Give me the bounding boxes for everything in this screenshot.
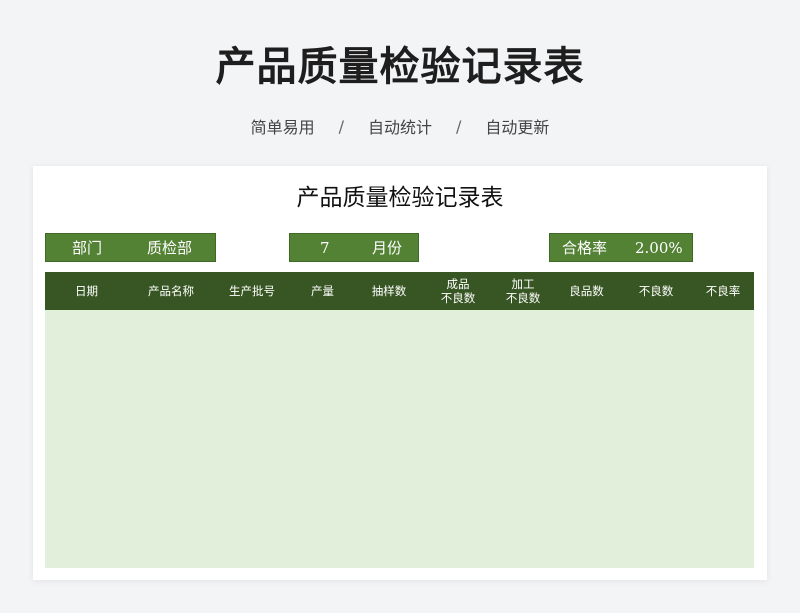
month-label: 月份: [372, 239, 403, 257]
department-value: 质检部: [147, 239, 193, 257]
column-header-text: 不良数: [505, 291, 541, 305]
column-header-text: 抽样数: [371, 284, 407, 298]
pass-rate-cell[interactable]: 合格率 2.00%: [549, 233, 693, 262]
month-value: 7: [320, 238, 330, 257]
column-header-text: 良品数: [569, 284, 604, 298]
column-header-text: 加工: [511, 277, 535, 291]
pass-rate-label: 合格率: [562, 239, 608, 257]
table-header-row: 日期 产品名称 生产批号 产量 抽样数 成品 不良数 加工 不良数 良品数 不良…: [45, 272, 754, 310]
column-header-text: 生产批号: [229, 284, 275, 298]
tagline-auto-update: 自动更新: [485, 118, 550, 137]
column-header-sample-count[interactable]: 抽样数: [355, 272, 423, 310]
column-header-text: 不良数: [440, 291, 476, 305]
tagline-separator: /: [456, 116, 462, 136]
spreadsheet-panel: 产品质量检验记录表 部门 质检部 7 月份 合格率 2.00% 日期 产品名称 …: [33, 166, 767, 580]
column-header-text: 产量: [311, 284, 334, 298]
column-header-output[interactable]: 产量: [290, 272, 355, 310]
tagline-separator: /: [338, 116, 344, 136]
tagline-row: 简单易用 / 自动统计 / 自动更新: [0, 114, 800, 138]
column-header-text: 成品: [446, 277, 470, 291]
column-header-date[interactable]: 日期: [45, 272, 128, 310]
column-header-defect-count[interactable]: 不良数: [620, 272, 692, 310]
page-title: 产品质量检验记录表: [215, 44, 585, 90]
column-header-text: 不良率: [705, 284, 741, 298]
column-header-text: 不良数: [638, 284, 674, 298]
sheet-title: 产品质量检验记录表: [296, 185, 504, 211]
column-header-finished-defects[interactable]: 成品 不良数: [423, 272, 493, 310]
column-header-good-count[interactable]: 良品数: [553, 272, 620, 310]
column-header-text: 产品名称: [148, 284, 194, 298]
department-label: 部门: [72, 239, 103, 257]
department-cell[interactable]: 部门 质检部: [45, 233, 216, 262]
column-header-product-name[interactable]: 产品名称: [128, 272, 214, 310]
month-cell[interactable]: 7 月份: [289, 233, 419, 262]
tagline-easy: 简单易用: [250, 118, 315, 137]
tagline-auto-stats: 自动统计: [367, 118, 432, 137]
column-header-process-defects[interactable]: 加工 不良数: [493, 272, 553, 310]
pass-rate-value: 2.00%: [635, 238, 683, 257]
column-header-text: 日期: [75, 284, 98, 298]
table-body[interactable]: [45, 310, 754, 568]
column-header-defect-rate[interactable]: 不良率: [692, 272, 754, 310]
column-header-batch-number[interactable]: 生产批号: [214, 272, 290, 310]
